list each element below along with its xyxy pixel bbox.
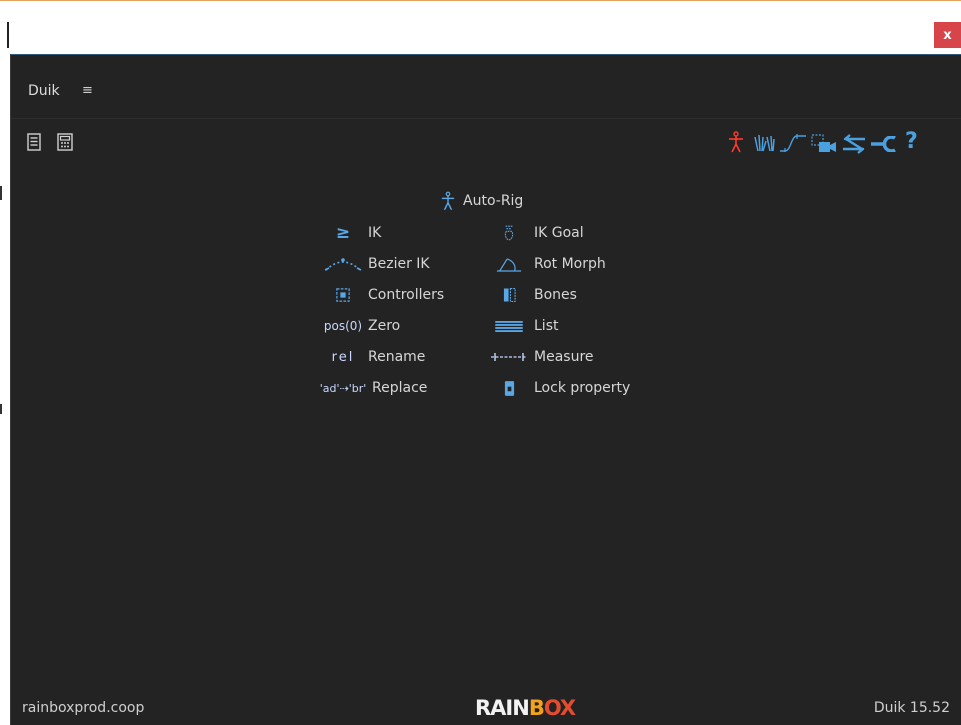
ik-goal-button[interactable]: IK Goal — [488, 222, 584, 244]
rot-morph-icon — [488, 254, 530, 274]
zero-label: Zero — [368, 318, 401, 334]
bones-label: Bones — [534, 287, 577, 303]
calculator-icon[interactable] — [57, 133, 73, 151]
measure-icon — [488, 347, 530, 367]
website-link[interactable]: rainboxprod.coop — [22, 700, 144, 716]
rename-button[interactable]: rel Rename — [322, 346, 426, 368]
bezier-ik-icon — [322, 254, 364, 274]
measure-label: Measure — [534, 349, 594, 365]
rot-morph-button[interactable]: Rot Morph — [488, 253, 606, 275]
left-edge-mark — [0, 404, 2, 414]
bezier-ik-label: Bezier IK — [368, 256, 430, 272]
ik-label: IK — [368, 225, 382, 241]
lock-icon — [488, 378, 530, 398]
notes-icon[interactable] — [27, 133, 41, 151]
bones-icon — [488, 285, 530, 305]
controllers-label: Controllers — [368, 287, 445, 303]
curve-icon[interactable] — [779, 133, 807, 153]
lock-property-button[interactable]: Lock property — [488, 377, 630, 399]
controllers-button[interactable]: Controllers — [322, 284, 444, 306]
bezier-ik-button[interactable]: Bezier IK — [322, 253, 430, 275]
controllers-icon — [322, 285, 364, 305]
help-icon[interactable]: ? — [905, 129, 918, 154]
ik-goal-icon — [488, 223, 530, 243]
list-label: List — [534, 318, 559, 334]
panel-body: Duik ≡ ? Auto-Rig ≥ IK Bezier IK Control… — [11, 58, 961, 725]
rot-morph-label: Rot Morph — [534, 256, 606, 272]
close-button[interactable]: x — [934, 22, 961, 48]
lock-property-label: Lock property — [534, 380, 631, 396]
zero-button[interactable]: pos(0) Zero — [322, 315, 400, 337]
titlebar-edge-mark — [7, 22, 9, 48]
replace-icon: 'ad'⇢'br' — [319, 381, 367, 395]
ik-button[interactable]: ≥ IK — [322, 222, 381, 244]
auto-rig-label: Auto-Rig — [463, 193, 524, 209]
autorig-figure-icon — [437, 191, 459, 211]
list-button[interactable]: List — [488, 315, 558, 337]
zero-icon: pos(0) — [323, 319, 363, 333]
replace-button[interactable]: 'ad'⇢'br' Replace — [318, 377, 428, 399]
ik-icon: ≥ — [335, 223, 351, 243]
list-icon — [488, 316, 530, 336]
rainbox-logo[interactable]: RAINBOX — [475, 696, 576, 720]
window-frame: x Duik ≡ ? Auto-Rig ≥ IK Bezier IK Contr… — [0, 0, 961, 725]
ik-goal-label: IK Goal — [534, 225, 584, 241]
rename-label: Rename — [368, 349, 426, 365]
panel-title: Duik — [28, 83, 60, 99]
wrench-icon[interactable] — [870, 135, 898, 153]
version-label: Duik 15.52 — [873, 700, 950, 716]
auto-rig-button[interactable]: Auto-Rig — [437, 190, 523, 212]
replace-label: Replace — [372, 380, 428, 396]
window-titlebar: x — [0, 2, 961, 54]
duik-panel: Duik ≡ ? Auto-Rig ≥ IK Bezier IK Control… — [10, 54, 961, 725]
camera-icon[interactable] — [811, 134, 837, 154]
hands-icon[interactable] — [753, 133, 775, 153]
bones-button[interactable]: Bones — [488, 284, 577, 306]
hamburger-menu-icon[interactable]: ≡ — [82, 83, 93, 98]
measure-button[interactable]: Measure — [488, 346, 594, 368]
rename-icon: rel — [331, 349, 355, 365]
autorig-figure-icon[interactable] — [728, 131, 744, 153]
panel-header: Duik ≡ — [11, 58, 961, 119]
link-icon[interactable] — [841, 134, 867, 154]
left-edge-mark — [0, 186, 2, 200]
